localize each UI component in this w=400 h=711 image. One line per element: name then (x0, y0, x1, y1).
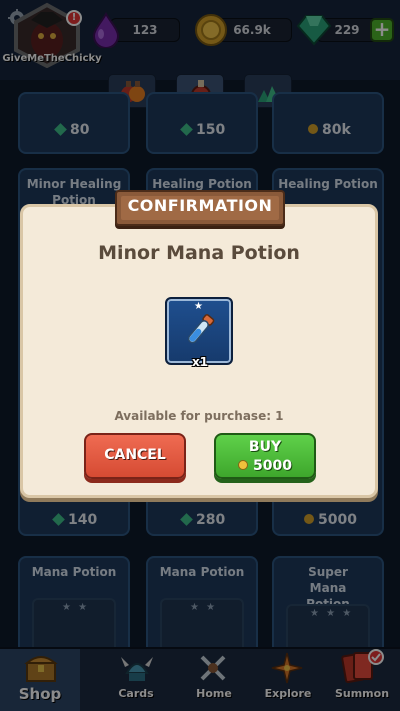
buy-button-label: BUY (248, 439, 282, 455)
buy-button[interactable]: BUY 5000 (214, 433, 316, 479)
item-quantity: x1 (191, 355, 209, 369)
dialog-title: CONFIRMATION (127, 196, 273, 215)
cancel-button-label: CANCEL (104, 447, 166, 463)
cancel-button[interactable]: CANCEL (84, 433, 186, 479)
coin-icon (238, 460, 249, 470)
buy-price: 5000 (216, 458, 314, 474)
dialog-header-banner: CONFIRMATION (115, 190, 285, 226)
mana-potion-vial-icon (187, 314, 215, 344)
availability-text: Available for purchase: 1 (114, 409, 284, 423)
item-name: Minor Mana Potion (98, 242, 300, 264)
